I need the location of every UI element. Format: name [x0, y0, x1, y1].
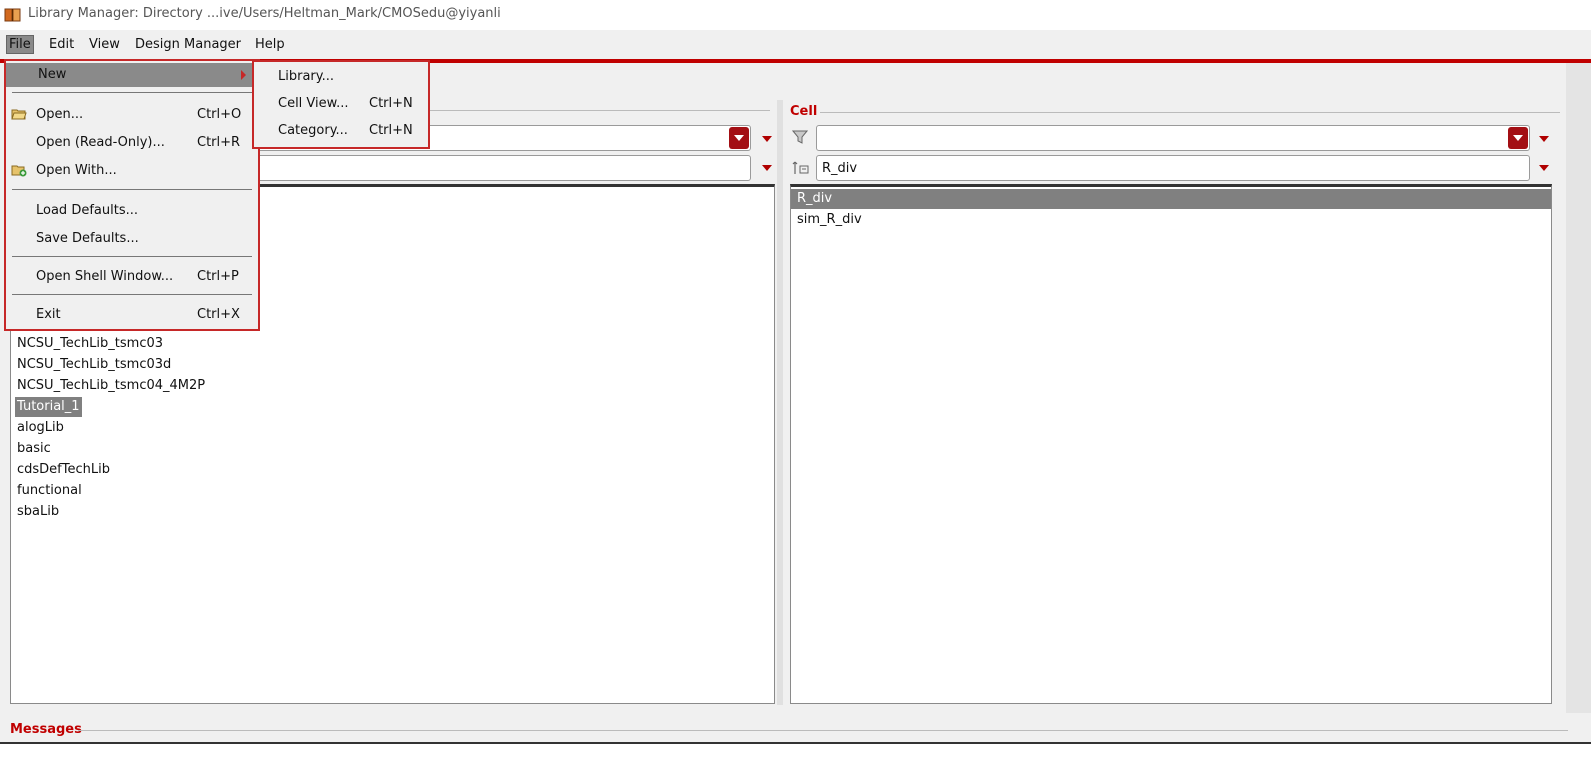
library-search-options-icon[interactable]: [762, 165, 772, 171]
library-search-field[interactable]: [255, 155, 751, 181]
menu-item-exit[interactable]: Exit Ctrl+X: [6, 303, 258, 327]
menu-separator: [12, 189, 252, 190]
list-item[interactable]: NCSU_TechLib_tsmc04_4M2P: [15, 376, 207, 396]
menu-item-label: Open Shell Window...: [36, 269, 174, 284]
messages-area: Messages: [0, 714, 1591, 757]
cell-list: R_div sim_R_div: [790, 184, 1552, 704]
cell-search-options-icon[interactable]: [1539, 165, 1549, 171]
cell-filter-options-icon[interactable]: [1539, 136, 1549, 142]
menu-edit[interactable]: Edit: [46, 37, 77, 52]
messages-label: Messages: [10, 722, 82, 737]
messages-log: [0, 742, 1591, 757]
list-item[interactable]: cdsDefTechLib: [15, 460, 112, 480]
selected-row-highlight: [791, 189, 1551, 209]
messages-group-line: [78, 730, 1568, 731]
folder-open-icon: [11, 109, 27, 120]
library-filter-options-icon[interactable]: [762, 136, 772, 142]
window-title: Library Manager: Directory ...ive/Users/…: [28, 6, 501, 21]
file-menu: New Open... Ctrl+O Open (Read-Only)... C…: [4, 59, 260, 331]
menu-item-label: Open...: [36, 107, 84, 122]
cell-panel-label: Cell: [790, 104, 818, 119]
cell-filter-dropdown-icon[interactable]: [1508, 127, 1528, 149]
submenu-arrow-icon: [241, 70, 246, 80]
menu-item-shortcut: Ctrl+P: [197, 269, 239, 284]
menu-item-label: Exit: [36, 307, 61, 322]
library-filter-dropdown-icon[interactable]: [729, 127, 749, 149]
list-item[interactable]: sim_R_div: [795, 210, 864, 230]
menu-separator: [12, 256, 252, 257]
cell-group-line: [820, 112, 1560, 113]
menu-bar: File Edit View Design Manager Help: [0, 30, 1591, 60]
menu-item-new[interactable]: New: [6, 63, 258, 87]
filter-icon: [792, 130, 808, 144]
list-item[interactable]: NCSU_TechLib_tsmc03: [15, 334, 165, 354]
list-item[interactable]: alogLib: [15, 418, 66, 438]
menu-design-manager[interactable]: Design Manager: [132, 37, 244, 52]
menu-item-open-with[interactable]: Open With...: [6, 159, 258, 183]
menu-item-open[interactable]: Open... Ctrl+O: [6, 103, 258, 127]
menu-item-load-defaults[interactable]: Load Defaults...: [6, 199, 258, 223]
menu-item-shortcut: Ctrl+O: [197, 107, 242, 122]
list-item-selected[interactable]: Tutorial_1: [15, 397, 82, 417]
menu-separator: [12, 92, 252, 93]
menu-separator: [12, 294, 252, 295]
list-item[interactable]: basic: [15, 439, 53, 459]
menu-item-save-defaults[interactable]: Save Defaults...: [6, 227, 258, 251]
new-submenu: Library... Cell View... Ctrl+N Category.…: [252, 60, 430, 149]
menu-help[interactable]: Help: [252, 37, 288, 52]
submenu-item-cell-view[interactable]: Cell View... Ctrl+N: [254, 92, 428, 116]
menu-item-shortcut: Ctrl+R: [197, 135, 241, 150]
menu-item-label: Load Defaults...: [36, 203, 138, 218]
list-item[interactable]: functional: [15, 481, 84, 501]
menu-item-label: Library...: [278, 69, 334, 84]
menu-item-label: Cell View...: [278, 96, 349, 111]
menu-item-shortcut: Ctrl+N: [369, 96, 413, 111]
submenu-item-library[interactable]: Library...: [254, 65, 428, 89]
window-scrollbar[interactable]: [1566, 63, 1591, 713]
submenu-item-category[interactable]: Category... Ctrl+N: [254, 119, 428, 143]
panel-splitter[interactable]: [777, 100, 783, 705]
title-bar: Library Manager: Directory ...ive/Users/…: [0, 0, 1591, 30]
list-item[interactable]: NCSU_TechLib_tsmc03d: [15, 355, 173, 375]
cell-filter-combo[interactable]: [816, 125, 1530, 151]
menu-item-shortcut: Ctrl+N: [369, 123, 413, 138]
menu-file[interactable]: File: [6, 35, 34, 54]
sort-search-icon: [792, 161, 809, 174]
list-item[interactable]: sbaLib: [15, 502, 61, 522]
menu-item-shortcut: Ctrl+X: [197, 307, 240, 322]
cell-search-field[interactable]: R_div: [816, 155, 1530, 181]
folder-add-icon: [11, 165, 27, 177]
book-icon: [4, 8, 21, 22]
menu-item-label: New: [38, 67, 67, 82]
menu-item-label: Save Defaults...: [36, 231, 139, 246]
list-item-selected[interactable]: R_div: [795, 189, 834, 209]
menu-item-label: Open (Read-Only)...: [36, 135, 165, 150]
menu-view[interactable]: View: [86, 37, 123, 52]
menu-item-open-shell[interactable]: Open Shell Window... Ctrl+P: [6, 265, 258, 289]
cell-search-value: R_div: [822, 161, 858, 176]
menu-item-open-readonly[interactable]: Open (Read-Only)... Ctrl+R: [6, 131, 258, 155]
menu-item-label: Open With...: [36, 163, 117, 178]
menu-item-label: Category...: [278, 123, 348, 138]
